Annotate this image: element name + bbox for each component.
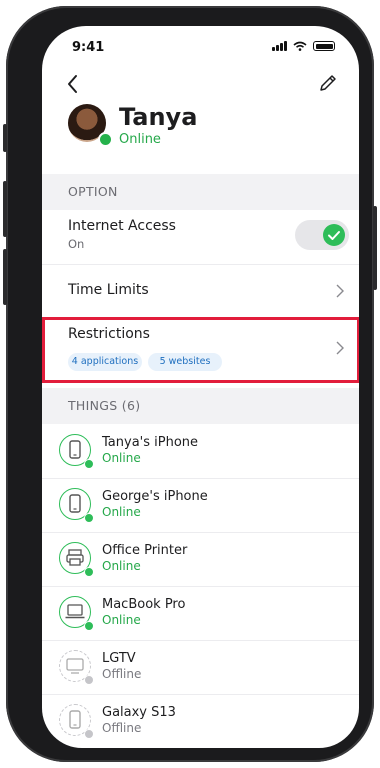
check-icon [328, 231, 340, 240]
wifi-icon [293, 41, 307, 51]
mute-switch [3, 124, 7, 152]
thing-row[interactable]: Galaxy S13 Offline [42, 694, 359, 748]
section-option-label: OPTION [68, 184, 118, 199]
device-name: Office Printer [102, 543, 188, 558]
section-header-option: OPTION [42, 174, 359, 210]
device-name: George's iPhone [102, 489, 208, 504]
online-status-dot [98, 132, 113, 147]
phone-frame: 9:41 Tanya Online OPTION Internet Access… [3, 6, 377, 762]
device-status-dot [84, 675, 94, 685]
device-status: Offline [102, 721, 142, 735]
device-name: MacBook Pro [102, 597, 186, 612]
device-status-dot [84, 729, 94, 739]
chevron-right-icon [336, 284, 344, 298]
profile-header: Tanya Online [42, 103, 359, 160]
restrictions-highlight [42, 317, 359, 383]
time-limits-row[interactable]: Time Limits [42, 264, 359, 319]
section-header-things: THINGS (6) [42, 388, 359, 424]
top-bar [42, 72, 359, 102]
device-name: Tanya's iPhone [102, 435, 199, 450]
thing-row[interactable]: George's iPhone Online [42, 478, 359, 533]
device-status-dot [84, 459, 94, 469]
signal-icon [272, 41, 287, 51]
profile-status: Online [119, 132, 161, 147]
device-status: Online [102, 613, 141, 627]
internet-access-title: Internet Access [68, 218, 176, 234]
edit-pencil-icon[interactable] [317, 72, 339, 94]
device-status: Online [102, 559, 141, 573]
device-status: Online [102, 505, 141, 519]
device-name: LGTV [102, 651, 136, 666]
device-status-dot [84, 513, 94, 523]
device-status: Online [102, 451, 141, 465]
time-limits-title: Time Limits [68, 282, 149, 298]
battery-icon [313, 41, 335, 51]
power-button [373, 206, 377, 290]
section-things-label: THINGS (6) [68, 398, 141, 413]
device-status-dot [84, 621, 94, 631]
thing-row[interactable]: LGTV Offline [42, 640, 359, 695]
volume-up-button [3, 181, 7, 237]
thing-row[interactable]: Tanya's iPhone Online [42, 424, 359, 479]
internet-access-row[interactable]: Internet Access On [42, 210, 359, 265]
status-time: 9:41 [72, 40, 105, 55]
app-screen: 9:41 Tanya Online OPTION Internet Access… [42, 26, 359, 748]
device-status: Offline [102, 667, 142, 681]
internet-access-toggle[interactable] [295, 220, 349, 250]
internet-access-sub: On [68, 237, 85, 251]
back-icon[interactable] [64, 72, 84, 96]
device-name: Galaxy S13 [102, 705, 176, 720]
toggle-knob [323, 224, 345, 246]
thing-row[interactable]: Office Printer Online [42, 532, 359, 587]
device-status-dot [84, 567, 94, 577]
thing-row[interactable]: MacBook Pro Online [42, 586, 359, 641]
volume-down-button [3, 249, 7, 305]
status-icons [272, 41, 335, 51]
status-bar: 9:41 [42, 26, 359, 66]
profile-name: Tanya [119, 103, 198, 131]
